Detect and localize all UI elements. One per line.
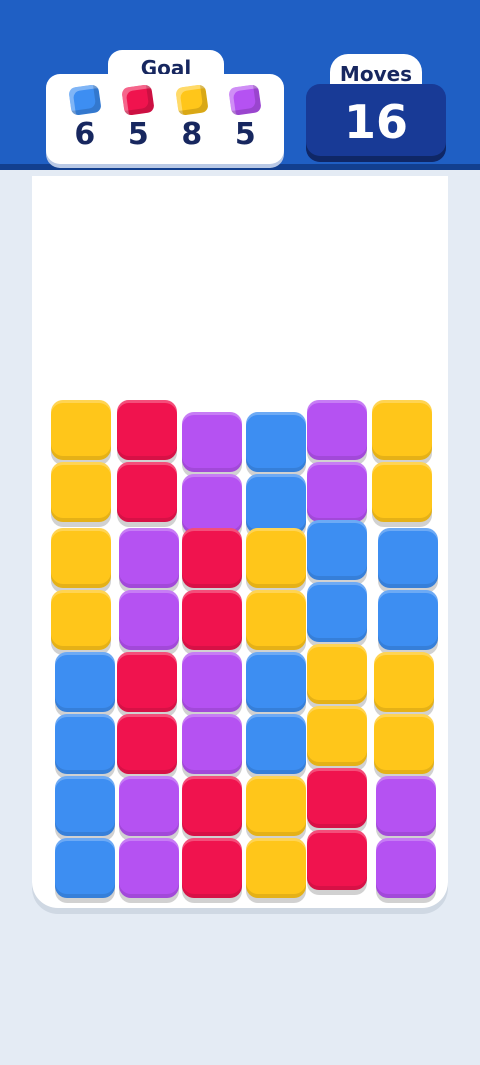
goal-item-purple: 5	[222, 84, 268, 164]
moves-value: 16	[343, 95, 408, 149]
goal-panel: 6 5 8 5	[46, 74, 284, 164]
goal-item-red: 5	[115, 84, 161, 164]
goal-count-yellow: 8	[181, 117, 203, 152]
goal-item-yellow: 8	[169, 84, 215, 164]
top-bar: Goal 6 5 8 5 Moves 16	[0, 0, 480, 170]
red-cube-icon	[121, 84, 156, 116]
purple-cube-icon	[228, 84, 263, 116]
goal-item-blue: 6	[62, 84, 108, 164]
game-board	[32, 176, 448, 908]
moves-counter: 16	[306, 84, 446, 162]
goal-count-red: 5	[127, 117, 149, 152]
moves-title: Moves	[339, 62, 413, 86]
goal-count-purple: 5	[234, 117, 256, 152]
blue-cube-icon	[67, 84, 102, 116]
goal-items: 6 5 8 5	[46, 84, 284, 164]
goal-count-blue: 6	[74, 117, 96, 152]
yellow-cube-icon	[174, 84, 209, 116]
